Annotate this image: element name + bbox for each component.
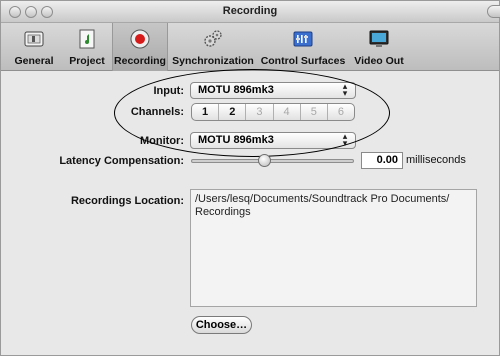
channels-label: Channels: [130, 106, 184, 118]
channel-segment-1[interactable]: 1 [192, 104, 220, 120]
input-popup[interactable]: MOTU 896mk3 ▴ ▾ [190, 82, 356, 99]
channels-segmented-control[interactable]: 123456 [191, 103, 355, 121]
tab-video-out-label: Video Out [354, 55, 404, 67]
recordings-location-line-1: /Users/lesq/Documents/Soundtrack Pro Doc… [195, 193, 450, 205]
tab-control-surfaces-label: Control Surfaces [260, 55, 346, 67]
monitor-popup[interactable]: MOTU 896mk3 ▴ ▾ [190, 132, 356, 149]
latency-slider-track[interactable] [191, 159, 354, 163]
preferences-window: Recording General Project Recording Sync… [0, 0, 500, 356]
gears-icon [204, 30, 222, 47]
general-icon [24, 31, 44, 47]
video-out-icon [369, 30, 389, 47]
tab-recording-label: Recording [114, 55, 166, 67]
recordings-location-field: /Users/lesq/Documents/Soundtrack Pro Doc… [190, 189, 477, 307]
tab-video-out[interactable]: Video Out [350, 23, 408, 71]
tab-general[interactable]: General [9, 23, 59, 71]
record-icon [130, 29, 150, 49]
popup-arrows-icon: ▴ ▾ [342, 131, 348, 148]
recordings-location-label: Recordings Location: [70, 195, 184, 207]
toolbar-toggle-button[interactable] [487, 5, 500, 18]
monitor-value: MOTU 896mk3 [198, 134, 274, 146]
tab-synchronization-label: Synchronization [172, 55, 254, 67]
project-icon [79, 29, 95, 49]
title-bar: Recording [1, 1, 500, 23]
tab-project-label: Project [69, 55, 105, 67]
latency-unit: milliseconds [406, 154, 466, 166]
latency-field[interactable]: 0.00 [361, 152, 403, 169]
input-label: Input: [153, 85, 184, 97]
channel-segment-2[interactable]: 2 [219, 104, 247, 120]
tab-project[interactable]: Project [64, 23, 110, 71]
popup-arrows-icon: ▴ ▾ [342, 81, 348, 98]
tab-general-label: General [14, 55, 54, 67]
tab-control-surfaces[interactable]: Control Surfaces [258, 23, 348, 71]
window-title: Recording [222, 5, 278, 17]
channel-segment-5[interactable]: 5 [301, 104, 328, 120]
control-surfaces-icon [293, 31, 313, 47]
recordings-location-line-2: Recordings [195, 206, 251, 218]
choose-button[interactable]: Choose… [191, 316, 252, 334]
latency-slider-thumb[interactable] [257, 154, 271, 167]
input-value: MOTU 896mk3 [198, 84, 274, 96]
channel-segment-4[interactable]: 4 [274, 104, 301, 120]
tab-synchronization[interactable]: Synchronization [170, 23, 256, 71]
tab-recording[interactable]: Recording [112, 23, 168, 71]
monitor-label: Monitor: [140, 135, 184, 147]
latency-label: Latency Compensation: [59, 155, 184, 167]
channel-segment-6[interactable]: 6 [328, 104, 354, 120]
channel-segment-3[interactable]: 3 [246, 104, 274, 120]
preferences-toolbar: General Project Recording Synchronizatio… [1, 23, 499, 71]
